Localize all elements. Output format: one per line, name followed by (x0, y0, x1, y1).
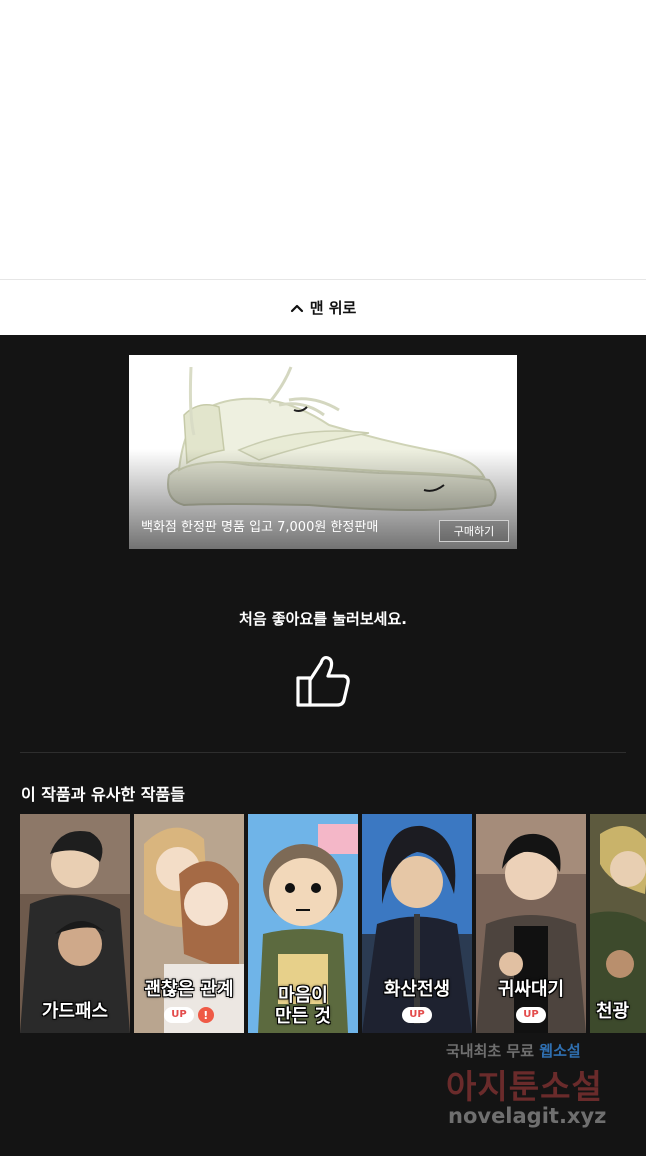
watermark-tagline: 국내최초 무료 웹소설 (446, 1040, 581, 1061)
work-card[interactable]: 가드패스 (20, 814, 130, 1033)
work-badges: UP (476, 1007, 586, 1023)
work-card[interactable]: 괜찮은 관계 UP ! (134, 814, 244, 1033)
similar-works-title: 이 작품과 유사한 작품들 (21, 785, 185, 804)
back-to-top-label: 맨 위로 (309, 299, 357, 317)
work-card[interactable]: 화산전생 UP (362, 814, 472, 1033)
watermark-tagline-accent: 웹소설 (539, 1042, 581, 1060)
warning-icon: ! (197, 1007, 214, 1023)
watermark-brand: 아지툰소설 (446, 1067, 603, 1106)
work-title: 가드패스 (41, 1001, 109, 1022)
section-divider (20, 752, 626, 753)
work-card[interactable]: 귀싸대기 UP (476, 814, 586, 1033)
work-badges: UP ! (134, 1007, 244, 1023)
watermark: 국내최초 무료 웹소설 아지툰소설 novelagit.xyz (446, 1040, 622, 1132)
watermark-tagline-text: 국내최초 무료 (446, 1042, 535, 1060)
chevron-up-icon (290, 304, 303, 312)
buy-button[interactable]: 구매하기 (439, 520, 509, 542)
work-badges: UP (362, 1007, 472, 1023)
back-to-top-button[interactable]: 맨 위로 (0, 279, 646, 335)
watermark-url: novelagit.xyz (448, 1104, 607, 1128)
ad-caption: 백화점 한정판 명품 입고 7,000원 한정판매 (141, 520, 379, 535)
up-badge: UP (164, 1007, 194, 1023)
up-badge: UP (402, 1007, 432, 1023)
work-title: 괜찮은 관계 (144, 979, 234, 1000)
like-prompt: 처음 좋아요를 눌러보세요. (239, 610, 407, 628)
work-card[interactable]: 마음이 만든 것 (248, 814, 358, 1033)
blank-content-area (0, 0, 646, 279)
work-title: 천광 (596, 1001, 630, 1022)
like-button[interactable] (294, 652, 352, 710)
similar-works-list: 가드패스 괜찮은 관계 UP ! 마음이 만든 것 화산전생 UP 귀싸대기 U… (20, 814, 646, 1033)
thumbs-up-icon (296, 655, 350, 707)
up-badge: UP (516, 1007, 546, 1023)
work-title: 화산전생 (383, 979, 451, 1000)
ad-banner[interactable]: 백화점 한정판 명품 입고 7,000원 한정판매 구매하기 (129, 355, 517, 549)
work-title: 마음이 만든 것 (275, 985, 331, 1027)
work-title: 귀싸대기 (497, 979, 565, 1000)
work-card[interactable]: 천광 (590, 814, 646, 1033)
